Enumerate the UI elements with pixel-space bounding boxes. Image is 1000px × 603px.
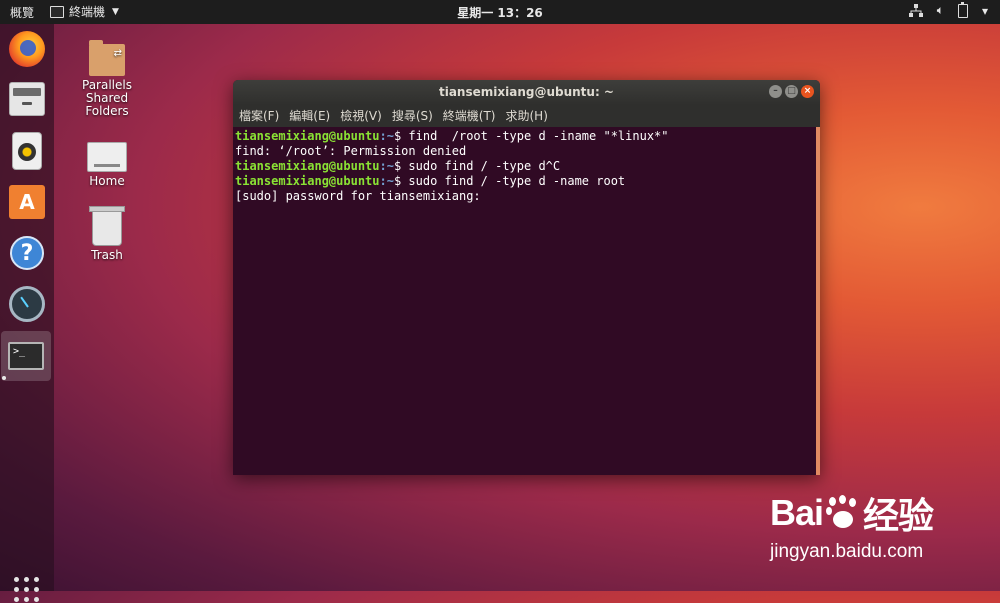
prompt-user: tiansemixiang@ubuntu bbox=[235, 129, 380, 143]
shared-folder-icon bbox=[89, 40, 125, 76]
output-text: [sudo] password for tiansemixiang: bbox=[235, 189, 481, 203]
baidu-watermark: Bai 经验 jingyan.baidu.com bbox=[770, 487, 990, 567]
firefox-icon bbox=[9, 31, 45, 67]
prompt-path: :~ bbox=[379, 159, 394, 173]
desktop-icon-label: Trash bbox=[91, 248, 123, 262]
dock-gauge[interactable] bbox=[6, 283, 48, 325]
network-icon[interactable] bbox=[908, 3, 923, 18]
watermark-url: jingyan.baidu.com bbox=[770, 541, 924, 562]
menu-help[interactable]: 求助(H) bbox=[506, 105, 548, 127]
dock-terminal[interactable]: >_ bbox=[1, 331, 51, 381]
prompt-path: :~ bbox=[379, 129, 394, 143]
gauge-icon bbox=[9, 286, 45, 322]
scrollbar[interactable] bbox=[816, 127, 820, 475]
home-drive-icon bbox=[87, 142, 127, 172]
terminal-line: tiansemixiang@ubuntu:~$ sudo find / -typ… bbox=[235, 174, 820, 189]
clock[interactable]: 星期一 13：26 bbox=[0, 4, 1000, 21]
dock-software[interactable]: A bbox=[6, 181, 48, 223]
dock-files[interactable] bbox=[6, 78, 48, 120]
command-text: $ sudo find / -type d^C bbox=[393, 159, 561, 173]
brand-left: Bai bbox=[770, 492, 824, 533]
terminal-output[interactable]: tiansemixiang@ubuntu:~$ find /root -type… bbox=[233, 127, 820, 475]
minimize-icon[interactable]: – bbox=[769, 85, 782, 98]
desktop-icon-trash[interactable]: Trash bbox=[67, 206, 147, 262]
paw-icon bbox=[825, 495, 861, 531]
terminal-menubar: 檔案(F) 編輯(E) 檢視(V) 搜尋(S) 終端機(T) 求助(H) bbox=[233, 105, 820, 127]
baidu-logo: Bai 经验 bbox=[770, 487, 990, 539]
desktop-icon-shared-folders[interactable]: Parallels Shared Folders bbox=[67, 40, 147, 118]
software-icon: A bbox=[9, 185, 45, 219]
apps-grid-icon[interactable] bbox=[14, 577, 40, 603]
desktop-icon-label: Home bbox=[89, 174, 125, 188]
menu-terminal[interactable]: 終端機(T) bbox=[443, 105, 496, 127]
dock: A ? >_ bbox=[0, 24, 54, 602]
prompt-user: tiansemixiang@ubuntu bbox=[235, 159, 380, 173]
rhythmbox-icon bbox=[12, 132, 42, 170]
brand-right: 经验 bbox=[863, 495, 934, 536]
prompt-user: tiansemixiang@ubuntu bbox=[235, 174, 380, 188]
window-controls: – □ × bbox=[769, 85, 814, 98]
menu-file[interactable]: 檔案(F) bbox=[239, 105, 279, 127]
dock-rhythmbox[interactable] bbox=[6, 130, 48, 172]
close-icon[interactable]: × bbox=[801, 85, 814, 98]
terminal-line: find: ‘/root’: Permission denied bbox=[235, 144, 820, 159]
system-tray[interactable]: 🔈︎ ▾ bbox=[908, 1, 988, 18]
desktop-icon-home[interactable]: Home bbox=[67, 138, 147, 188]
desktop-icon-label: Parallels Shared Folders bbox=[82, 78, 132, 118]
maximize-icon[interactable]: □ bbox=[785, 85, 798, 98]
chevron-down-icon[interactable]: ▾ bbox=[982, 4, 988, 18]
output-text: find: ‘/root’: Permission denied bbox=[235, 144, 467, 158]
window-titlebar[interactable]: tiansemixiang@ubuntu: ~ – □ × bbox=[233, 80, 820, 105]
volume-icon[interactable]: 🔈︎ bbox=[937, 3, 944, 18]
dock-help[interactable]: ? bbox=[6, 232, 48, 274]
terminal-icon: >_ bbox=[8, 342, 44, 370]
command-text: $ sudo find / -type d -name root bbox=[393, 174, 626, 188]
command-text: $ find /root -type d -iname "*linux*" bbox=[393, 129, 669, 143]
terminal-line: [sudo] password for tiansemixiang: bbox=[235, 189, 820, 204]
help-icon: ? bbox=[10, 236, 44, 270]
window-title: tiansemixiang@ubuntu: ~ bbox=[438, 85, 614, 99]
files-icon bbox=[9, 82, 45, 116]
menu-view[interactable]: 檢視(V) bbox=[340, 105, 382, 127]
top-panel: 概覽 終端機 ▼ 星期一 13：26 🔈︎ ▾ bbox=[0, 0, 1000, 24]
terminal-line: tiansemixiang@ubuntu:~$ find /root -type… bbox=[235, 129, 820, 144]
battery-icon[interactable] bbox=[957, 1, 968, 18]
terminal-line: tiansemixiang@ubuntu:~$ sudo find / -typ… bbox=[235, 159, 820, 174]
dock-firefox[interactable] bbox=[6, 28, 48, 70]
terminal-window[interactable]: tiansemixiang@ubuntu: ~ – □ × 檔案(F) 編輯(E… bbox=[233, 80, 820, 475]
trash-icon bbox=[89, 206, 125, 246]
running-indicator bbox=[2, 376, 6, 380]
menu-search[interactable]: 搜尋(S) bbox=[392, 105, 433, 127]
menu-edit[interactable]: 編輯(E) bbox=[289, 105, 330, 127]
prompt-path: :~ bbox=[379, 174, 394, 188]
